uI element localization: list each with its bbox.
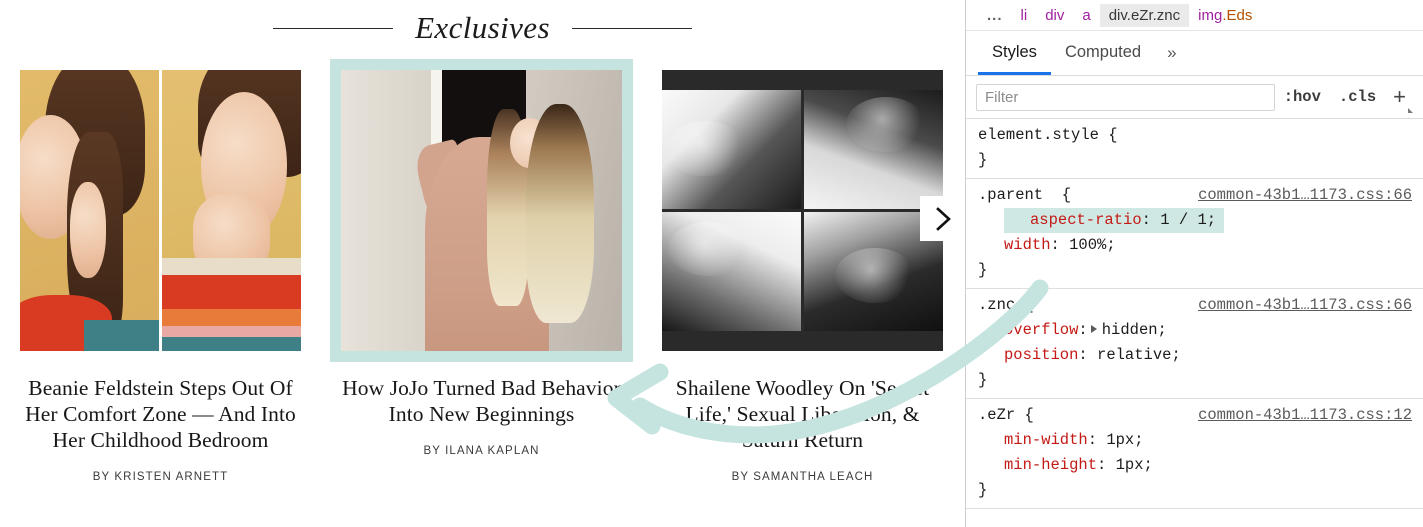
declaration-row[interactable]: min-height: 1px; (978, 453, 1423, 478)
declaration-property[interactable]: min-height (1004, 456, 1097, 474)
breadcrumb-selected-text: div.eZr.znc (1108, 6, 1181, 24)
declaration-semicolon: ; (1206, 211, 1217, 229)
article-thumbnail-wrap (642, 70, 963, 351)
declaration-property[interactable]: min-width (1004, 431, 1088, 449)
style-rule[interactable]: .znc { common-43b1…1173.css:66 overflow:… (966, 289, 1423, 399)
devtools-tabbar: Styles Computed » (966, 31, 1423, 76)
filter-input[interactable] (976, 83, 1275, 111)
carousel-next-button[interactable] (920, 196, 965, 241)
header-rule-right (571, 27, 692, 29)
rule-source-link[interactable]: common-43b1…1173.css:66 (1198, 183, 1412, 208)
declaration-property[interactable]: overflow (1004, 321, 1078, 339)
declaration-value[interactable]: 1px (1116, 456, 1144, 474)
styles-filter-bar: :hov .cls + (966, 76, 1423, 119)
style-rule[interactable]: .eZr { common-43b1…1173.css:12 min-width… (966, 399, 1423, 509)
chevron-double-right-icon[interactable]: » (1155, 33, 1188, 73)
article-card-selected[interactable]: How JoJo Turned Bad Behavior Into New Be… (321, 56, 642, 457)
rule-close-brace: } (978, 151, 988, 169)
declaration-semicolon: ; (1106, 236, 1116, 254)
declaration-row[interactable]: min-width: 1px; (978, 428, 1423, 453)
rule-source-link[interactable]: common-43b1…1173.css:66 (1198, 293, 1412, 318)
declaration-value[interactable]: 1px (1106, 431, 1134, 449)
breadcrumb-item-div[interactable]: div (1036, 4, 1073, 27)
declaration-colon: : (1141, 211, 1161, 229)
hov-toggle-button[interactable]: :hov (1275, 88, 1330, 106)
declaration-value[interactable]: hidden (1102, 321, 1158, 339)
page-title: Exclusives (415, 10, 550, 45)
declaration-colon: : (1087, 431, 1107, 449)
styles-rules-list: element.style { } .parent { common-43b1…… (966, 119, 1423, 527)
article-headline[interactable]: Beanie Feldstein Steps Out Of Her Comfor… (18, 375, 303, 453)
breadcrumb-img-tagname: img (1198, 6, 1223, 24)
declaration-colon: : (1078, 346, 1098, 364)
declaration-row[interactable]: position: relative; (978, 343, 1423, 368)
style-rule[interactable]: .parent { common-43b1…1173.css:66 aspect… (966, 179, 1423, 289)
article-byline: BY SAMANTHA LEACH (731, 471, 874, 483)
declaration-highlighted: aspect-ratio: 1 / 1; (1004, 208, 1225, 233)
declaration-colon: : (1097, 456, 1116, 474)
caret-icon (1408, 107, 1413, 113)
breadcrumb-ellipsis[interactable]: ... (978, 4, 1012, 27)
declaration-row[interactable]: overflow: hidden; (978, 318, 1423, 343)
header-rule-left (273, 27, 394, 29)
article-image[interactable] (20, 70, 301, 351)
rule-selector[interactable]: .parent (978, 183, 1043, 208)
rule-selector[interactable]: .eZr (978, 403, 1015, 428)
declaration-semicolon: ; (1171, 346, 1181, 364)
rule-close-brace: } (978, 371, 988, 389)
cls-toggle-button[interactable]: .cls (1330, 88, 1385, 106)
webpage-content: Exclusives Beanie Feldstein Steps Out Of… (0, 0, 965, 527)
article-headline[interactable]: Shailene Woodley On 'Secret Life,' Sexua… (660, 375, 945, 453)
article-card[interactable]: Shailene Woodley On 'Secret Life,' Sexua… (642, 56, 963, 483)
rule-selector[interactable]: element.style (978, 123, 1099, 148)
declaration-semicolon: ; (1134, 431, 1144, 449)
breadcrumb-img-classes: .Eds (1222, 6, 1253, 24)
dom-breadcrumb: ... li div a div.eZr.znc img.Eds (966, 0, 1423, 31)
breadcrumb-item-img[interactable]: img.Eds (1189, 4, 1261, 27)
declaration-row[interactable]: aspect-ratio: 1 / 1; (978, 208, 1423, 233)
article-image[interactable] (662, 70, 943, 351)
declaration-value[interactable]: 100% (1069, 236, 1106, 254)
article-carousel: Beanie Feldstein Steps Out Of Her Comfor… (0, 56, 965, 527)
article-image-inspected[interactable] (330, 59, 633, 362)
breadcrumb-item-li[interactable]: li (1012, 4, 1037, 27)
breadcrumb-item-selected[interactable]: div.eZr.znc (1099, 3, 1190, 27)
article-thumbnail-wrap (0, 70, 321, 351)
plus-icon: + (1393, 83, 1406, 109)
expand-triangle-icon[interactable] (1090, 325, 1097, 334)
tab-computed[interactable]: Computed (1051, 33, 1155, 74)
style-rule[interactable]: element.style { } (966, 119, 1423, 179)
declaration-colon: : (1078, 321, 1088, 339)
declaration-property[interactable]: position (1004, 346, 1078, 364)
breadcrumb-item-a[interactable]: a (1073, 4, 1099, 27)
declaration-colon: : (1050, 236, 1070, 254)
declaration-value[interactable]: 1 / 1 (1160, 211, 1207, 229)
declaration-semicolon: ; (1143, 456, 1153, 474)
rule-open-brace: { (1015, 296, 1034, 314)
section-header: Exclusives (0, 0, 965, 56)
new-style-rule-button[interactable]: + (1385, 83, 1416, 113)
declaration-row[interactable]: width: 100%; (978, 233, 1423, 258)
rule-open-brace: { (1043, 186, 1072, 204)
declaration-property[interactable]: aspect-ratio (1030, 211, 1142, 229)
tab-styles[interactable]: Styles (978, 33, 1051, 75)
article-headline[interactable]: How JoJo Turned Bad Behavior Into New Be… (339, 375, 624, 427)
declaration-semicolon: ; (1157, 321, 1167, 339)
rule-close-brace: } (978, 481, 988, 499)
article-byline: BY ILANA KAPLAN (423, 445, 540, 457)
declaration-value[interactable]: relative (1097, 346, 1171, 364)
rule-selector[interactable]: .znc (978, 293, 1015, 318)
rule-source-link[interactable]: common-43b1…1173.css:12 (1198, 403, 1412, 428)
declaration-property[interactable]: width (1004, 236, 1051, 254)
article-thumbnail-wrap (321, 59, 642, 362)
rule-open-brace: { (1015, 406, 1034, 424)
rule-close-brace: } (978, 261, 988, 279)
chevron-right-icon (933, 205, 953, 233)
article-byline: BY KRISTEN ARNETT (92, 471, 229, 483)
rule-open-brace: { (1098, 126, 1118, 144)
devtools-panel: ... li div a div.eZr.znc img.Eds Styles … (965, 0, 1423, 527)
article-card[interactable]: Beanie Feldstein Steps Out Of Her Comfor… (0, 56, 321, 483)
